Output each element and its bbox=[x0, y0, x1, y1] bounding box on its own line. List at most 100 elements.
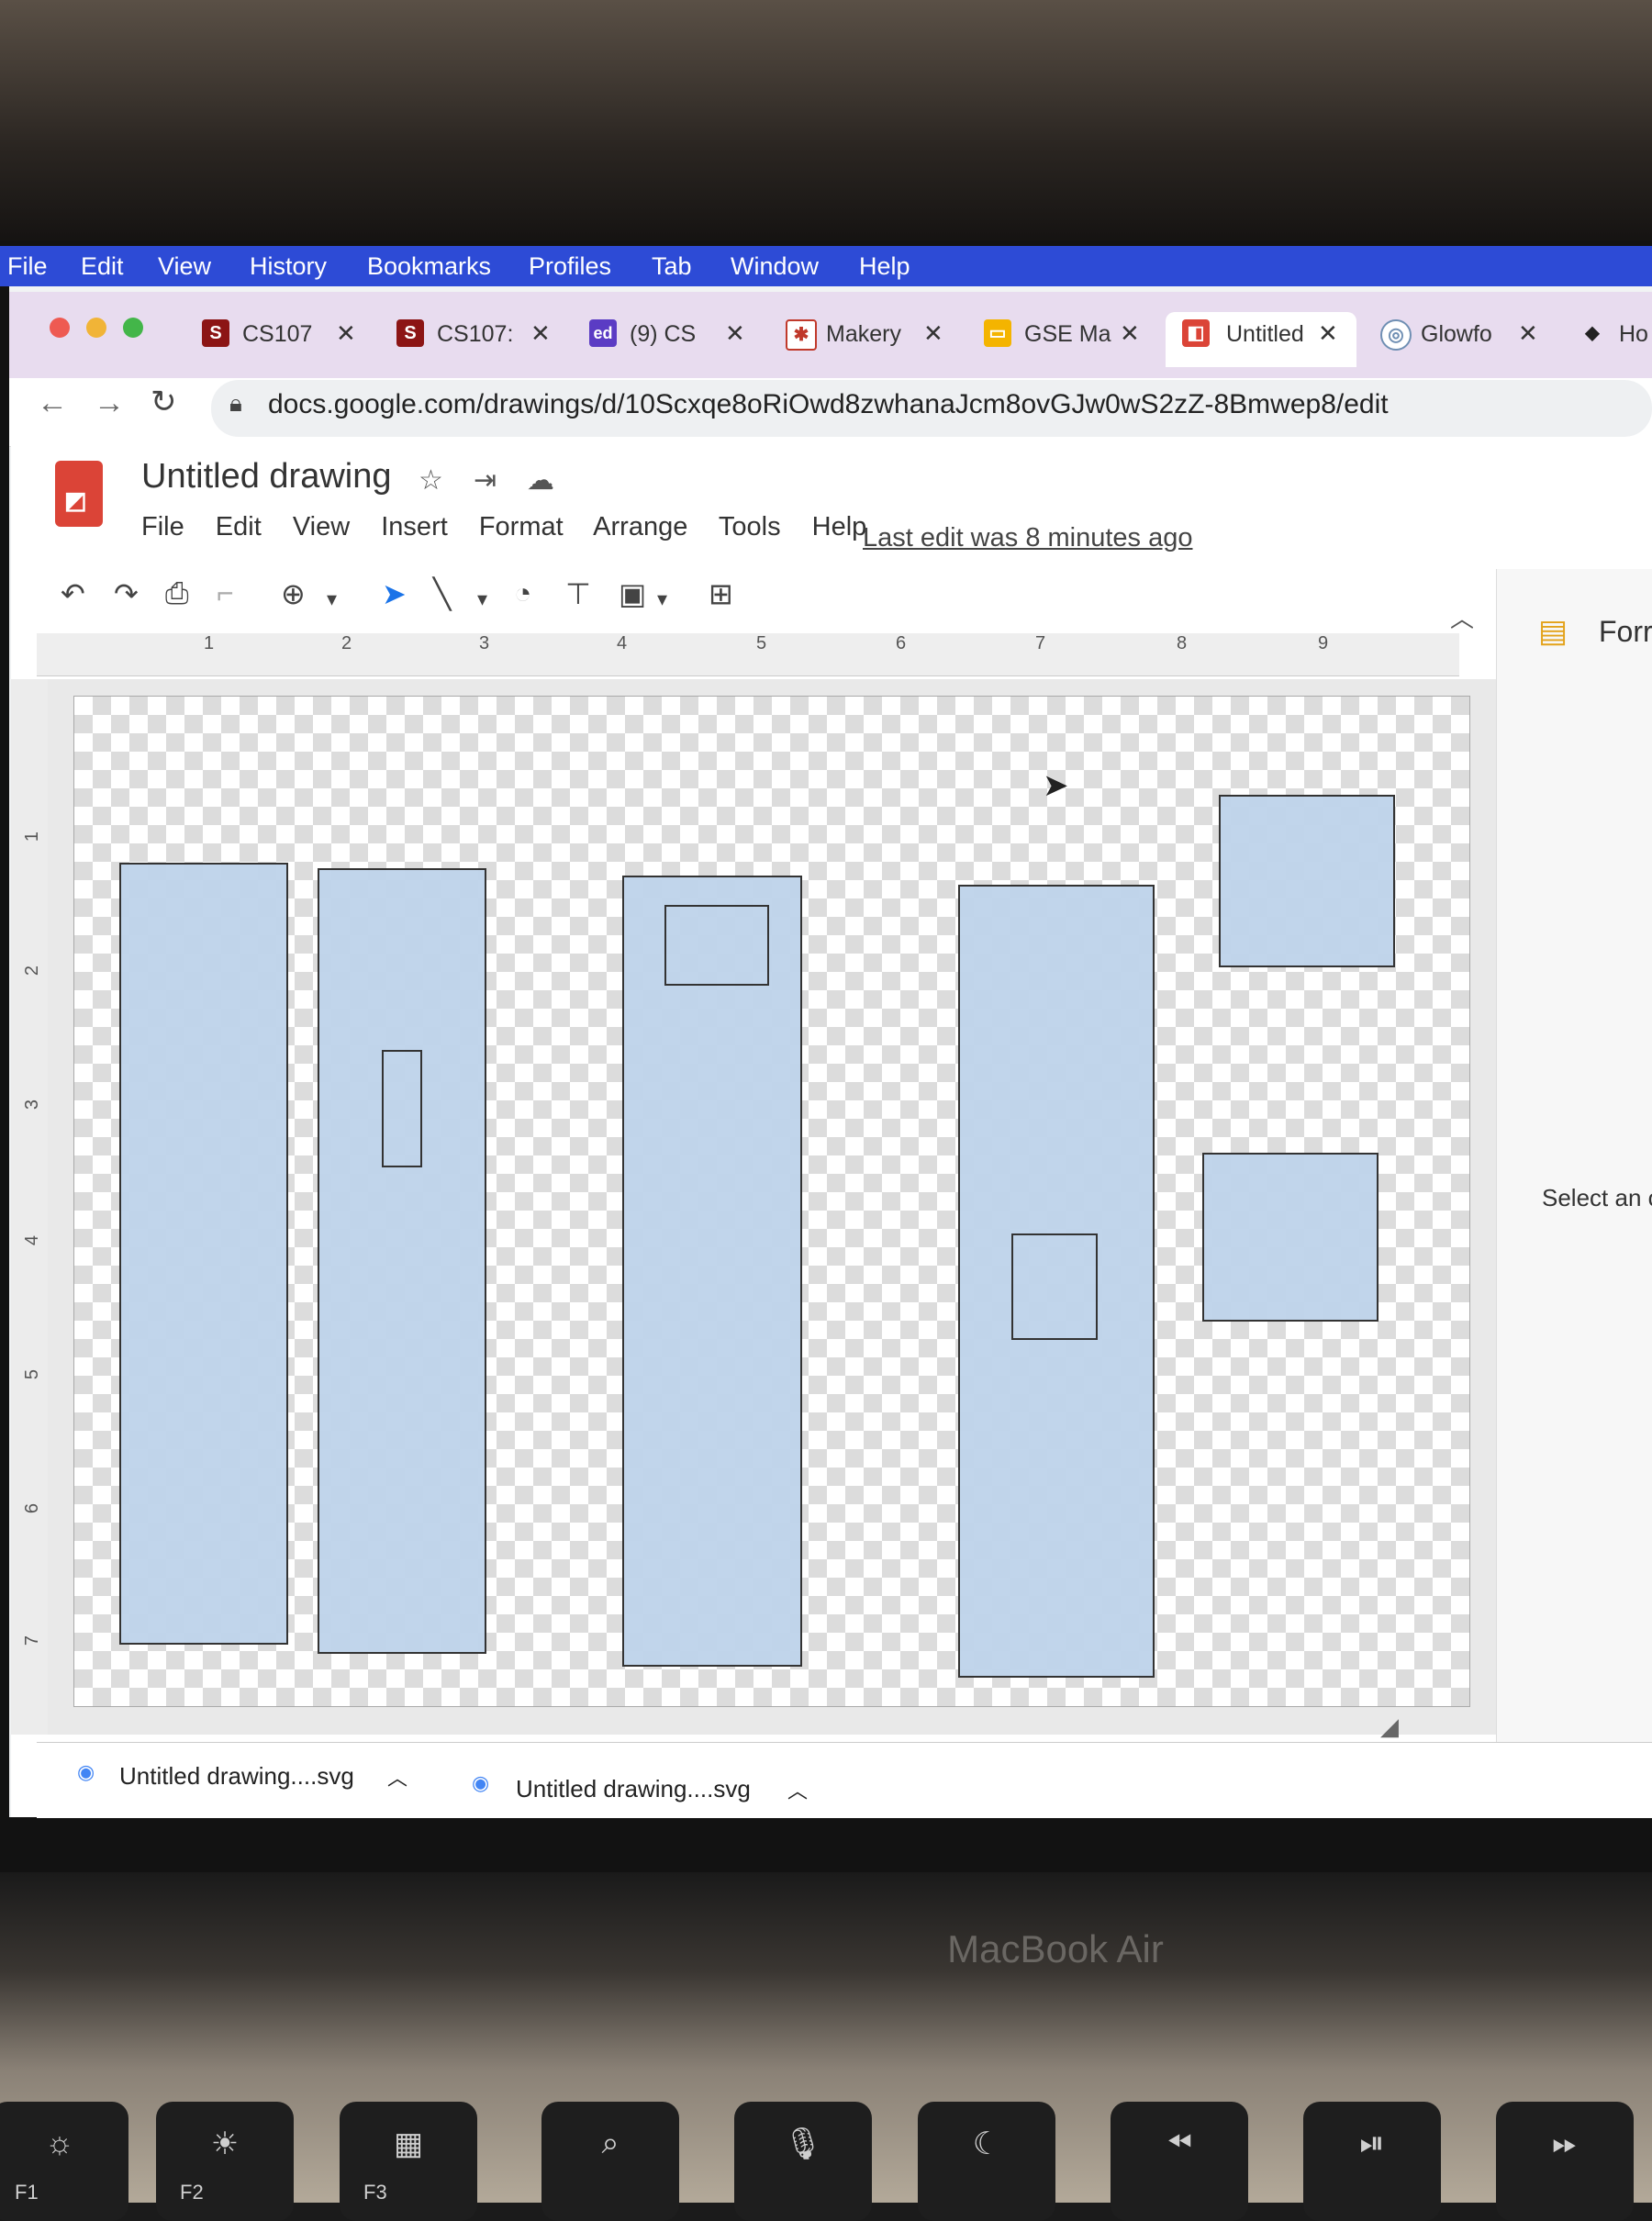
close-tab-icon[interactable]: ✕ bbox=[336, 319, 356, 348]
inner-rectangle-shape[interactable] bbox=[664, 905, 769, 986]
image-dropdown-icon[interactable]: ▾ bbox=[657, 587, 667, 611]
square-shape[interactable] bbox=[1219, 795, 1395, 967]
close-window-button[interactable] bbox=[50, 318, 70, 338]
tab-untitled-drawing[interactable]: ◧ Untitled ✕ bbox=[1166, 312, 1356, 367]
minimize-window-button[interactable] bbox=[86, 318, 106, 338]
inner-rectangle-shape[interactable] bbox=[1011, 1233, 1098, 1340]
ruler-number: 5 bbox=[22, 1368, 43, 1380]
forward-icon[interactable]: → bbox=[94, 385, 125, 421]
menu-view[interactable]: View bbox=[293, 512, 350, 541]
mac-menu-history[interactable]: History bbox=[250, 252, 327, 281]
ruler-number: 3 bbox=[22, 1099, 43, 1110]
zoom-dropdown-icon[interactable]: ▾ bbox=[327, 587, 337, 611]
ruler-number: 6 bbox=[22, 1502, 43, 1514]
menu-arrange[interactable]: Arrange bbox=[593, 512, 687, 541]
tab-ed-cs[interactable]: ed (9) CS ✕ bbox=[589, 312, 754, 367]
menu-format[interactable]: Format bbox=[479, 512, 564, 541]
tab-cs107-b[interactable]: S CS107: ✕ bbox=[396, 312, 562, 367]
makery-icon: ✱ bbox=[786, 319, 817, 351]
mac-menu-profiles[interactable]: Profiles bbox=[529, 252, 611, 281]
close-tab-icon[interactable]: ✕ bbox=[1318, 319, 1338, 348]
menu-tools[interactable]: Tools bbox=[719, 512, 781, 541]
ruler-number: 6 bbox=[896, 633, 907, 653]
reload-icon[interactable]: ↻ bbox=[151, 384, 177, 420]
close-tab-icon[interactable]: ✕ bbox=[1120, 319, 1140, 348]
microphone-key: 🎙︎ bbox=[734, 2102, 872, 2221]
tab-ho[interactable]: ◆ Ho bbox=[1579, 312, 1652, 367]
tab-glowforge[interactable]: ◎ Glowfo ✕ bbox=[1380, 312, 1546, 367]
horizontal-ruler bbox=[37, 633, 1459, 676]
format-panel-title: Forr bbox=[1599, 615, 1652, 648]
download-item[interactable]: Untitled drawing....svg bbox=[119, 1762, 354, 1791]
url-text[interactable]: docs.google.com/drawings/d/10Scxqe8oRiOw… bbox=[268, 389, 1389, 420]
collapse-toolbar-icon[interactable]: ︿ bbox=[1450, 600, 1474, 634]
rectangle-shape[interactable] bbox=[119, 863, 288, 1645]
tab-makery[interactable]: ✱ Makery ✕ bbox=[786, 312, 951, 367]
mac-menu-view[interactable]: View bbox=[158, 252, 211, 281]
mac-menu-tab[interactable]: Tab bbox=[652, 252, 692, 281]
shape-tool-icon[interactable]: ◔ bbox=[514, 576, 531, 610]
close-tab-icon[interactable]: ✕ bbox=[530, 319, 551, 348]
ed-icon: ed bbox=[589, 319, 617, 347]
play-pause-key: ⏯︎ bbox=[1303, 2102, 1441, 2221]
tab-title: CS107 bbox=[242, 321, 313, 347]
rewind-key: ⏪︎ bbox=[1111, 2102, 1248, 2221]
resize-handle-icon[interactable]: ◢ bbox=[1380, 1713, 1399, 1741]
undo-icon[interactable]: ↶ bbox=[61, 576, 85, 611]
close-tab-icon[interactable]: ✕ bbox=[725, 319, 745, 348]
photo-background bbox=[0, 0, 1652, 248]
select-arrow-icon[interactable]: ➤ bbox=[382, 576, 407, 611]
image-icon[interactable]: ▣ bbox=[619, 576, 646, 611]
fast-forward-key: ⏩︎ bbox=[1496, 2102, 1634, 2221]
close-tab-icon[interactable]: ✕ bbox=[923, 319, 943, 348]
mission-control-key: ▦ F3 bbox=[340, 2102, 477, 2221]
download-chevron-icon[interactable]: ︿ bbox=[787, 1775, 808, 1804]
download-item[interactable]: Untitled drawing....svg bbox=[516, 1775, 751, 1803]
menu-edit[interactable]: Edit bbox=[216, 512, 262, 541]
ruler-number: 4 bbox=[617, 633, 628, 653]
tab-cs107-a[interactable]: S CS107 ✕ bbox=[202, 312, 367, 367]
mac-menu-file[interactable]: File bbox=[7, 252, 48, 281]
redo-icon[interactable]: ↷ bbox=[114, 576, 139, 611]
paint-format-icon[interactable]: ⌐ bbox=[217, 576, 234, 610]
tab-gse[interactable]: ▭ GSE Ma ✕ bbox=[984, 312, 1149, 367]
menu-help[interactable]: Help bbox=[812, 512, 867, 541]
last-edit-link[interactable]: Last edit was 8 minutes ago bbox=[863, 523, 1192, 553]
do-not-disturb-key: ☾ bbox=[918, 2102, 1055, 2221]
document-title[interactable]: Untitled drawing bbox=[141, 457, 391, 497]
add-comment-icon[interactable]: ⊞ bbox=[709, 576, 733, 611]
download-chevron-icon[interactable]: ︿ bbox=[387, 1762, 407, 1791]
move-folder-icon[interactable]: ⇥ bbox=[474, 464, 497, 497]
zoom-window-button[interactable] bbox=[123, 318, 143, 338]
stanford-icon: S bbox=[396, 319, 424, 347]
text-box-icon[interactable]: ⊤ bbox=[565, 576, 591, 611]
menu-insert[interactable]: Insert bbox=[381, 512, 448, 541]
inner-rectangle-shape[interactable] bbox=[382, 1050, 422, 1167]
ruler-number: 2 bbox=[341, 633, 352, 653]
line-tool-icon[interactable]: ╲ bbox=[433, 576, 451, 611]
line-dropdown-icon[interactable]: ▾ bbox=[477, 587, 487, 611]
mac-menu-edit[interactable]: Edit bbox=[81, 252, 124, 281]
mac-menu-window[interactable]: Window bbox=[731, 252, 819, 281]
lock-icon: 🔒︎ bbox=[229, 389, 242, 417]
tab-title: Untitled bbox=[1226, 321, 1304, 347]
glowforge-icon: ◎ bbox=[1380, 319, 1412, 351]
menu-file[interactable]: File bbox=[141, 512, 184, 541]
ruler-number: 5 bbox=[756, 633, 767, 653]
tab-title: CS107: bbox=[437, 321, 514, 347]
cloud-status-icon[interactable]: ☁ bbox=[527, 464, 554, 497]
rectangle-shape[interactable] bbox=[318, 868, 486, 1654]
close-tab-icon[interactable]: ✕ bbox=[1518, 319, 1538, 348]
square-shape[interactable] bbox=[1202, 1153, 1379, 1322]
print-icon[interactable]: ⎙ bbox=[165, 576, 189, 611]
tab-title: Makery bbox=[826, 321, 901, 347]
tab-title: (9) CS bbox=[630, 321, 697, 347]
stanford-icon: S bbox=[202, 319, 229, 347]
mac-menu-bookmarks[interactable]: Bookmarks bbox=[367, 252, 491, 281]
star-icon[interactable]: ☆ bbox=[419, 464, 443, 497]
mac-menu-help[interactable]: Help bbox=[859, 252, 910, 281]
rectangle-shape[interactable] bbox=[622, 876, 802, 1667]
back-icon[interactable]: ← bbox=[37, 385, 68, 421]
zoom-icon[interactable]: ⊕ bbox=[281, 576, 306, 611]
brightness-down-key: ☼ F1 bbox=[0, 2102, 128, 2221]
